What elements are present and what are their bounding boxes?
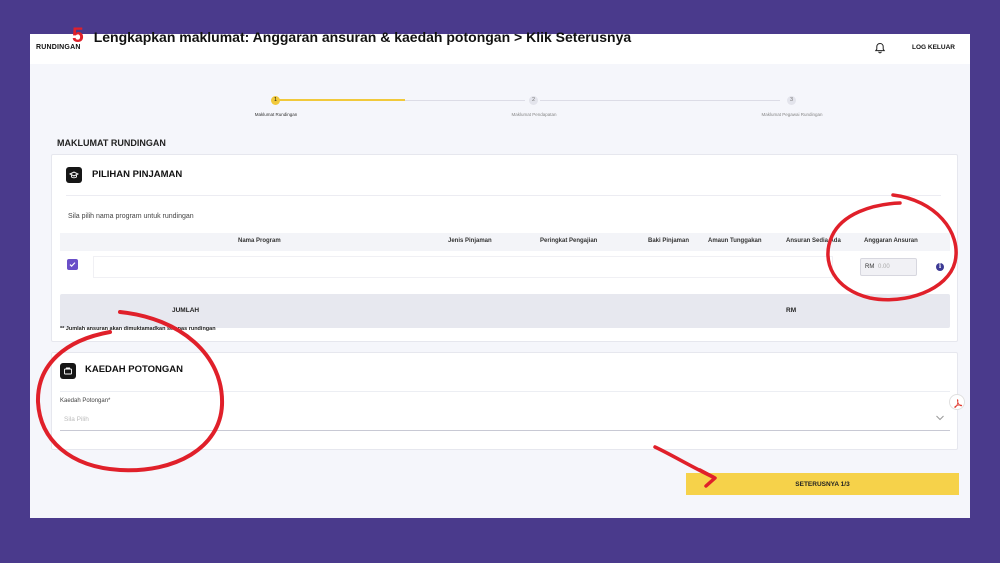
section-title: MAKLUMAT RUNDINGAN <box>57 138 166 148</box>
logout-link[interactable]: LOG KELUAR <box>912 44 955 51</box>
step-2-dot: 2 <box>529 96 538 105</box>
total-label: JUMLAH <box>172 307 200 314</box>
next-button[interactable]: SETERUSNYA 1/3 <box>686 473 959 495</box>
info-icon[interactable]: i <box>936 263 944 271</box>
pdf-icon[interactable] <box>949 394 965 410</box>
app-screen: RUNDINGAN LOG KELUAR 1 2 3 Maklumat Rund… <box>30 34 970 518</box>
rm-prefix: RM <box>865 264 875 270</box>
col-nama-program: Nama Program <box>238 238 281 244</box>
progress-stepper: 1 2 3 Maklumat Rundingan Maklumat Pendap… <box>220 96 823 126</box>
total-rm: RM <box>786 307 797 314</box>
footnote: ** Jumlah ansuran akan dimuktamadkan sel… <box>60 326 216 332</box>
kaedah-title: KAEDAH POTONGAN <box>85 364 183 375</box>
kaedah-field-label: Kaedah Potongan* <box>60 398 111 404</box>
anggaran-ansuran-input[interactable]: RM 0.00 <box>860 258 917 276</box>
program-hint: Sila pilih nama program untuk rundingan <box>68 213 194 220</box>
divider <box>66 195 941 196</box>
bell-icon[interactable] <box>874 42 886 54</box>
total-row: JUMLAH RM <box>60 294 950 328</box>
wallet-icon <box>60 363 76 379</box>
chevron-down-icon[interactable] <box>935 414 945 422</box>
program-row-field <box>93 256 833 278</box>
col-jenis-pinjaman: Jenis Pinjaman <box>448 238 492 244</box>
col-anggaran-ansuran: Anggaran Ansuran <box>864 238 918 244</box>
step-connector <box>405 100 525 101</box>
pilihan-pinjaman-card: PILIHAN PINJAMAN Sila pilih nama program… <box>51 154 958 342</box>
col-baki-pinjaman: Baki Pinjaman <box>648 238 690 244</box>
step-connector-active <box>275 99 405 101</box>
col-peringkat-pengajian: Peringkat Pengajian <box>540 238 598 244</box>
program-checkbox[interactable] <box>67 259 78 270</box>
step-3-label: Maklumat Pegawai Rundingan <box>761 112 823 117</box>
kaedah-placeholder: Sila Pilih <box>64 416 89 423</box>
table-header: Nama Program Jenis Pinjaman Peringkat Pe… <box>60 233 950 251</box>
rm-value: 0.00 <box>878 264 890 270</box>
step-3-dot: 3 <box>787 96 796 105</box>
kaedah-select[interactable] <box>60 391 950 431</box>
loan-icon <box>66 167 82 183</box>
kaedah-potongan-card: KAEDAH POTONGAN Kaedah Potongan* Sila Pi… <box>51 352 958 450</box>
step-1-label: Maklumat Rundingan <box>254 112 298 117</box>
step-2-label: Maklumat Pendapatan <box>511 112 557 117</box>
instruction-number: 5 <box>72 24 84 47</box>
step-connector <box>540 100 780 101</box>
step-1-dot: 1 <box>271 96 280 105</box>
col-ansuran-sedia-ada: Ansuran Sedia Ada <box>786 238 841 244</box>
instruction-text: Lengkapkan maklumat: Anggaran ansuran & … <box>93 29 632 45</box>
table-row: RM 0.00 i <box>60 253 950 281</box>
instruction-banner: 5 Lengkapkan maklumat: Anggaran ansuran … <box>72 24 631 48</box>
pilihan-title: PILIHAN PINJAMAN <box>92 169 183 180</box>
col-amaun-tunggakan: Amaun Tunggakan <box>708 238 762 244</box>
